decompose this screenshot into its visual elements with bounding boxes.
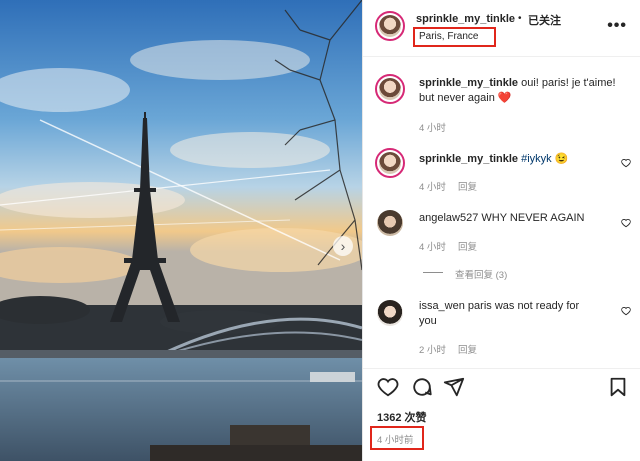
post-username[interactable]: sprinkle_my_tinkle bbox=[416, 13, 515, 25]
comment-username[interactable]: issa_wen bbox=[419, 300, 465, 312]
comment-time[interactable]: 2 小时 bbox=[419, 342, 446, 356]
comment-hashtag[interactable]: #iykyk bbox=[521, 153, 552, 165]
comment-item: issa_wen paris was not ready for you 2 小… bbox=[363, 296, 640, 360]
comment-item: sprinkle_my_tinkle #iykyk 😉 4 小时 回复 bbox=[363, 146, 640, 194]
avatar[interactable] bbox=[375, 148, 405, 178]
comment-time[interactable]: 4 小时 bbox=[419, 239, 446, 253]
chevron-right-icon[interactable]: › bbox=[333, 236, 353, 256]
follow-status[interactable]: 已关注 bbox=[528, 12, 561, 28]
separator-dot: • bbox=[518, 13, 522, 24]
bookmark-icon[interactable] bbox=[607, 376, 629, 398]
view-replies-line bbox=[423, 272, 443, 273]
heart-icon[interactable] bbox=[621, 158, 631, 168]
heart-icon[interactable] bbox=[377, 376, 399, 398]
view-replies-button[interactable]: 查看回复 (3) bbox=[455, 267, 507, 281]
more-icon[interactable]: ••• bbox=[607, 17, 627, 35]
timestamp-highlight-box bbox=[370, 426, 424, 450]
heart-icon[interactable] bbox=[621, 306, 631, 316]
eiffel-tower-photo bbox=[0, 0, 362, 461]
comment-item: angelaw527 WHY NEVER AGAIN 4 小时 回复 查看回复 … bbox=[363, 207, 640, 282]
comment-text: WHY NEVER AGAIN bbox=[481, 212, 585, 224]
heart-icon[interactable] bbox=[621, 218, 631, 228]
heart-emoji: ❤️ bbox=[497, 92, 512, 104]
avatar[interactable] bbox=[375, 74, 405, 104]
avatar[interactable] bbox=[377, 210, 403, 236]
reply-button[interactable]: 回复 bbox=[458, 179, 477, 193]
instagram-post-view: › sprinkle_my_tinkle • 已关注 Paris, France… bbox=[0, 0, 640, 461]
location-highlight-box bbox=[413, 27, 496, 47]
reply-button[interactable]: 回复 bbox=[458, 342, 477, 356]
comment-time[interactable]: 4 小时 bbox=[419, 179, 446, 193]
caption-username[interactable]: sprinkle_my_tinkle bbox=[419, 77, 518, 89]
likes-count[interactable]: 1362 次赞 bbox=[377, 409, 427, 425]
post-side-panel: sprinkle_my_tinkle • 已关注 Paris, France •… bbox=[362, 0, 640, 461]
comment-username[interactable]: angelaw527 bbox=[419, 212, 478, 224]
caption-time[interactable]: 4 小时 bbox=[419, 120, 446, 134]
post-header: sprinkle_my_tinkle • 已关注 Paris, France •… bbox=[363, 0, 640, 57]
comment-username[interactable]: sprinkle_my_tinkle bbox=[419, 153, 518, 165]
comment-icon[interactable] bbox=[411, 376, 433, 398]
caption: sprinkle_my_tinkle oui! paris! je t'aime… bbox=[363, 70, 640, 134]
wink-emoji: 😉 bbox=[554, 153, 569, 165]
avatar[interactable] bbox=[377, 300, 403, 326]
post-actions: 1362 次赞 4 小时前 bbox=[363, 368, 640, 459]
post-photo[interactable]: › bbox=[0, 0, 362, 461]
avatar[interactable] bbox=[375, 11, 405, 41]
share-icon[interactable] bbox=[443, 376, 465, 398]
reply-button[interactable]: 回复 bbox=[458, 239, 477, 253]
